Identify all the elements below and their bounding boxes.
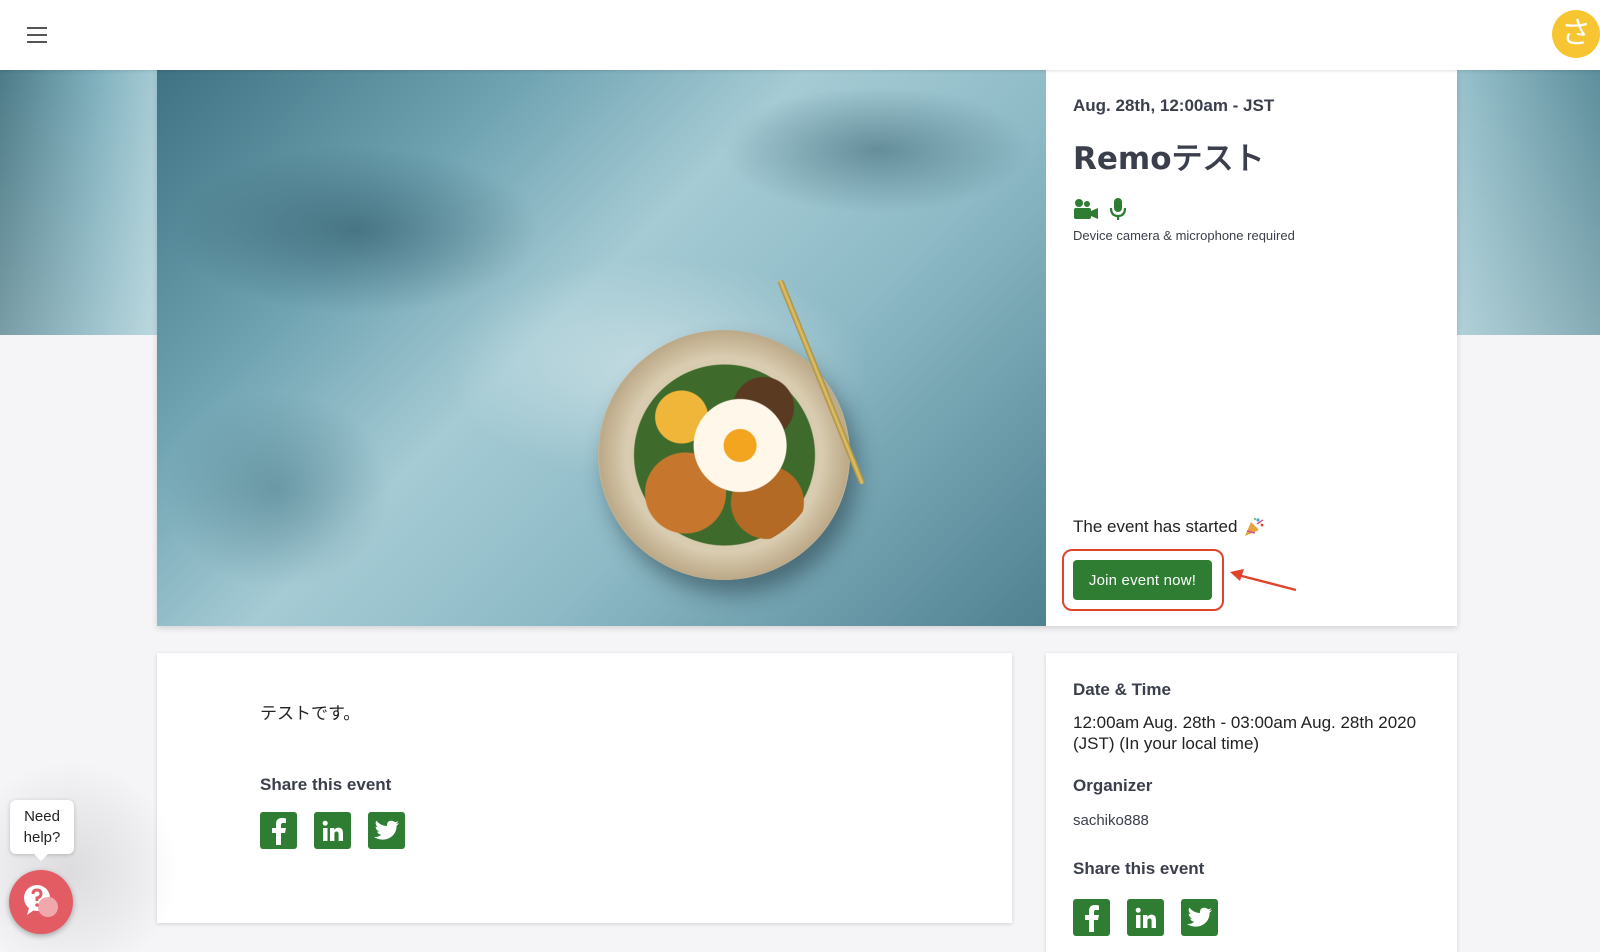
party-popper-icon xyxy=(1245,517,1264,536)
event-description: テストです。 xyxy=(260,704,361,724)
datetime-value: 12:00am Aug. 28th - 03:00am Aug. 28th 20… xyxy=(1073,713,1417,753)
share-links xyxy=(260,812,909,849)
top-app-bar: さ xyxy=(0,0,1600,70)
device-requirements xyxy=(1073,196,1430,222)
linkedin-icon[interactable] xyxy=(1127,899,1164,936)
user-avatar[interactable]: さ xyxy=(1552,10,1600,58)
event-title: Remoテスト xyxy=(1073,141,1265,177)
event-status-text: The event has started xyxy=(1073,517,1238,536)
twitter-icon[interactable] xyxy=(1181,899,1218,936)
pointer-arrow-annotation xyxy=(1230,569,1297,592)
event-description-card: テストです。 Share this event xyxy=(157,653,1012,923)
video-camera-icon xyxy=(1074,199,1098,219)
linkedin-icon[interactable] xyxy=(314,812,351,849)
datetime-heading: Date & Time xyxy=(1073,680,1171,699)
twitter-icon[interactable] xyxy=(368,812,405,849)
help-chat-icon xyxy=(24,885,58,917)
organizer-heading: Organizer xyxy=(1073,776,1153,795)
facebook-icon[interactable] xyxy=(260,812,297,849)
share-heading: Share this event xyxy=(260,775,392,794)
share-heading: Share this event xyxy=(1073,859,1205,878)
organizer-name: sachiko888 xyxy=(1073,812,1149,829)
share-links xyxy=(1073,899,1430,936)
microphone-icon xyxy=(1109,198,1127,220)
event-details-card: Date & Time 12:00am Aug. 28th - 03:00am … xyxy=(1046,653,1457,952)
event-status: The event has started xyxy=(1073,516,1265,538)
join-event-button[interactable]: Join event now! xyxy=(1073,560,1212,600)
help-chat-button[interactable] xyxy=(9,870,73,934)
event-hero-card: Aug. 28th, 12:00am - JST Remoテスト Device … xyxy=(157,70,1457,626)
help-tooltip: Need help? xyxy=(10,800,74,861)
hamburger-menu-icon[interactable] xyxy=(24,22,52,48)
device-requirement-note: Device camera & microphone required xyxy=(1073,228,1295,243)
food-graphic xyxy=(627,360,822,550)
event-summary: Aug. 28th, 12:00am - JST Remoテスト Device … xyxy=(1046,70,1457,626)
event-cover-image xyxy=(157,70,1046,626)
event-date-line: Aug. 28th, 12:00am - JST xyxy=(1073,96,1275,115)
facebook-icon[interactable] xyxy=(1073,899,1110,936)
